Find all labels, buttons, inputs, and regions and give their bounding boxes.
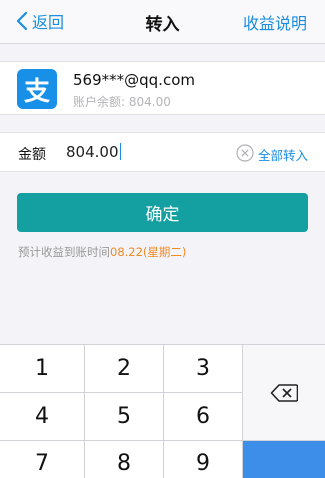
account-balance: 账户余额: 804.00 <box>73 95 171 109</box>
confirm-button[interactable]: 确定 <box>17 193 308 232</box>
key-1[interactable]: 1 <box>0 345 84 392</box>
backspace-icon <box>270 383 298 402</box>
earnings-arrival-hint: 预计收益到账时间08.22(星期二) <box>18 244 186 260</box>
earnings-info-link[interactable]: 收益说明 <box>243 10 307 34</box>
transfer-all-button[interactable]: 全部转入 <box>258 145 308 164</box>
amount-row: 金额 804.00 全部转入 <box>0 132 325 172</box>
key-9[interactable]: 9 <box>164 441 242 478</box>
text-caret <box>119 143 121 160</box>
amount-input[interactable]: 804.00 <box>66 143 121 161</box>
key-3[interactable]: 3 <box>164 345 242 392</box>
key-5[interactable]: 5 <box>85 393 163 440</box>
key-8[interactable]: 8 <box>85 441 163 478</box>
key-2[interactable]: 2 <box>85 345 163 392</box>
hint-text: 预计收益到账时间 <box>18 245 110 259</box>
key-6[interactable]: 6 <box>164 393 242 440</box>
amount-value: 804.00 <box>66 143 119 161</box>
amount-label: 金额 <box>18 147 46 163</box>
navigation-bar: 返回 转入 收益说明 <box>0 0 325 44</box>
numeric-keypad: 1 2 3 4 5 6 7 8 9 <box>0 344 325 478</box>
alipay-logo-icon: 支 <box>17 69 57 109</box>
key-4[interactable]: 4 <box>0 393 84 440</box>
account-email: 569***@qq.com <box>73 71 195 89</box>
transfer-in-page: 返回 转入 收益说明 支 569***@qq.com 账户余额: 804.00 … <box>0 0 325 478</box>
clear-icon[interactable] <box>236 144 254 162</box>
keypad-confirm-key[interactable] <box>243 441 325 478</box>
account-card: 支 569***@qq.com 账户余额: 804.00 <box>0 61 325 115</box>
backspace-key[interactable] <box>243 345 325 440</box>
hint-date: 08.22(星期二) <box>110 245 187 259</box>
key-7[interactable]: 7 <box>0 441 84 478</box>
